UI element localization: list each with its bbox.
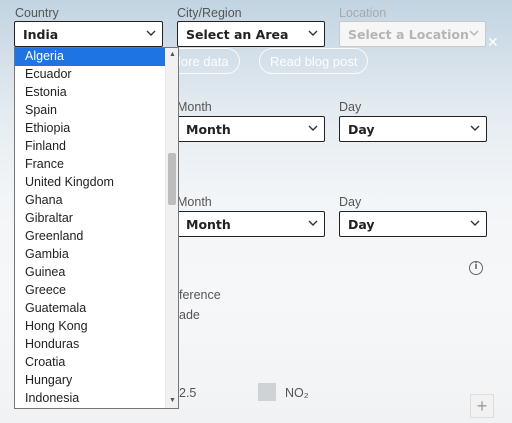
chevron-down-icon	[146, 27, 156, 39]
scrollbar-thumb[interactable]	[168, 153, 176, 205]
location-select-value: Select a Location	[348, 27, 469, 42]
no2-label: NO₂	[285, 386, 309, 400]
country-label: Country	[15, 6, 59, 20]
pm25-label: 2.5	[179, 386, 197, 400]
country-option[interactable]: Gibraltar	[15, 210, 166, 228]
day-select-2[interactable]: Day	[339, 211, 487, 237]
country-dropdown-list[interactable]: Algeria Ecuador Estonia Spain Ethiopia Finlan…	[14, 47, 179, 409]
country-option[interactable]: Spain	[15, 102, 166, 120]
month-select[interactable]: Month	[177, 116, 325, 142]
day-label-2: Day	[339, 195, 362, 209]
chevron-down-icon	[308, 122, 318, 134]
chevron-down-icon	[470, 122, 480, 134]
country-option[interactable]: France	[15, 156, 166, 174]
day-select-value: Day	[348, 122, 375, 137]
info-icon[interactable]: i	[469, 261, 483, 275]
country-option[interactable]: Greenland	[15, 228, 166, 246]
plus-icon: +	[476, 396, 488, 416]
country-option[interactable]: Guinea	[15, 264, 166, 282]
month-select-2[interactable]: Month	[177, 211, 325, 237]
country-select[interactable]: India	[14, 21, 163, 47]
country-option[interactable]: Guatemala	[15, 300, 166, 318]
country-option[interactable]: Indonesia	[15, 390, 166, 408]
country-option[interactable]: Finland	[15, 138, 166, 156]
chevron-down-icon	[308, 27, 318, 39]
country-option[interactable]: Greece	[15, 282, 166, 300]
city-select[interactable]: Select an Area	[177, 21, 325, 47]
location-label: Location	[339, 6, 387, 20]
country-option[interactable]: Hong Kong	[15, 318, 166, 336]
country-option[interactable]: United Kingdom	[15, 174, 166, 192]
location-select[interactable]: Select a Location	[339, 21, 486, 47]
dropdown-scrollbar[interactable]: ▲ ▼	[165, 48, 178, 408]
difference-option-label: ference	[179, 288, 221, 302]
zoom-in-button[interactable]: +	[470, 394, 494, 418]
close-icon[interactable]: ✕	[487, 35, 499, 49]
month-select-value: Month	[186, 217, 231, 232]
decade-option-label: ade	[179, 308, 200, 322]
country-options: Algeria Ecuador Estonia Spain Ethiopia Finlan…	[15, 48, 166, 408]
country-option[interactable]: Ghana	[15, 192, 166, 210]
chevron-down-icon	[308, 217, 318, 229]
day-select[interactable]: Day	[339, 116, 487, 142]
no2-swatch[interactable]	[258, 383, 276, 401]
day-select-value: Day	[348, 217, 375, 232]
scroll-down-arrow-icon[interactable]: ▼	[166, 395, 178, 407]
scroll-up-arrow-icon[interactable]: ▲	[166, 49, 178, 61]
country-option[interactable]: Algeria	[15, 48, 166, 66]
country-option[interactable]: Estonia	[15, 84, 166, 102]
read-blog-post-button[interactable]: Read blog post	[259, 48, 369, 74]
country-option[interactable]: Hungary	[15, 372, 166, 390]
month-select-value: Month	[186, 122, 231, 137]
month-label: Month	[177, 100, 212, 114]
city-label: City/Region	[177, 6, 242, 20]
country-option[interactable]: Croatia	[15, 354, 166, 372]
day-label: Day	[339, 100, 362, 114]
country-select-value: India	[23, 27, 59, 42]
city-select-value: Select an Area	[186, 27, 289, 42]
chevron-down-icon	[469, 27, 479, 39]
country-option[interactable]: Ecuador	[15, 66, 166, 84]
month-label-2: Month	[177, 195, 212, 209]
country-option[interactable]: Gambia	[15, 246, 166, 264]
country-option[interactable]: Ethiopia	[15, 120, 166, 138]
chevron-down-icon	[470, 217, 480, 229]
country-option[interactable]: Honduras	[15, 336, 166, 354]
